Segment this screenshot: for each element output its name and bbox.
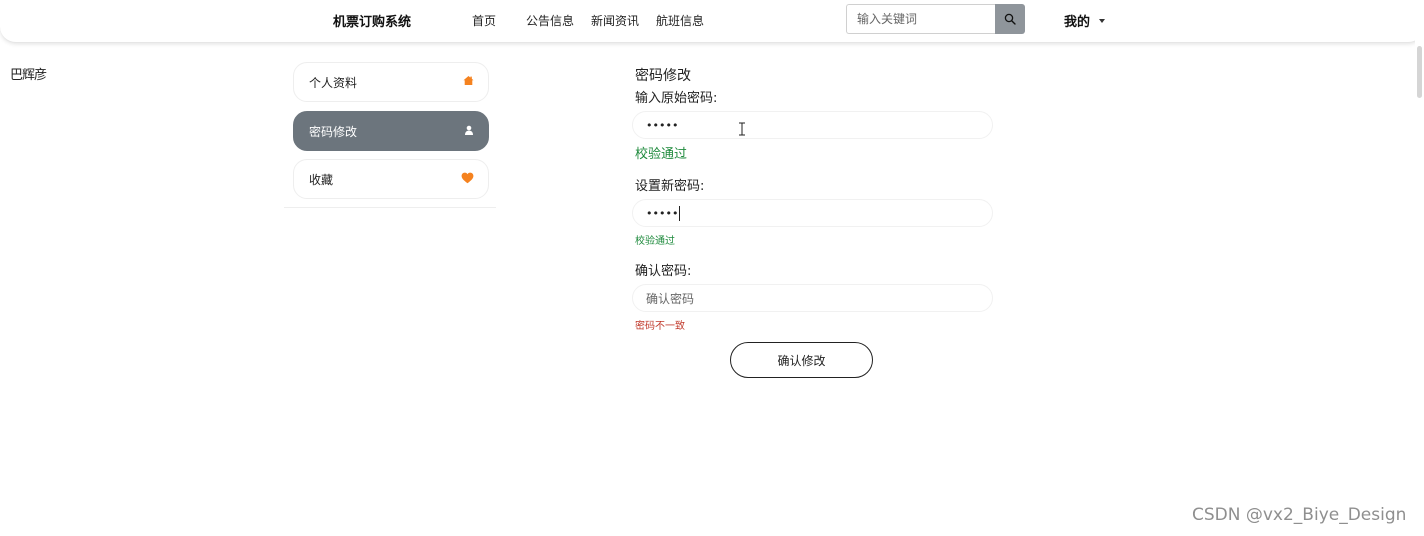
- nav-link-announcements[interactable]: 公告信息: [526, 12, 574, 29]
- watermark: CSDN @vx2_Biye_Design: [1192, 505, 1407, 525]
- home-icon: [463, 75, 474, 89]
- nav-link-home[interactable]: 首页: [472, 12, 496, 29]
- account-sidebar: 个人资料 密码修改 收藏: [284, 58, 496, 208]
- user-menu-dropdown[interactable]: 我的: [1064, 11, 1106, 30]
- new-password-label: 设置新密码:: [635, 179, 705, 194]
- confirm-password-error-message: 密码不一致: [635, 321, 685, 332]
- new-password-field[interactable]: •••••: [632, 199, 993, 227]
- confirm-password-placeholder: 确认密码: [646, 291, 695, 306]
- confirm-password-label: 确认密码:: [635, 264, 692, 279]
- form-title: 密码修改: [635, 68, 691, 84]
- old-password-field[interactable]: •••••: [632, 111, 993, 139]
- nav-link-flights[interactable]: 航班信息: [656, 12, 704, 29]
- search-button[interactable]: [995, 4, 1025, 34]
- brand-title[interactable]: 机票订购系统: [333, 11, 411, 30]
- sidebar-item-profile[interactable]: 个人资料: [293, 62, 489, 102]
- confirm-password-field[interactable]: 确认密码: [632, 284, 993, 312]
- caret-down-icon: [1099, 18, 1106, 23]
- search-input[interactable]: [846, 4, 996, 34]
- user-menu-label: 我的: [1064, 15, 1091, 30]
- sidebar-item-favorites[interactable]: 收藏: [293, 159, 489, 199]
- confirm-change-button[interactable]: 确认修改: [730, 342, 873, 378]
- old-password-value: •••••: [646, 118, 679, 132]
- sidebar-item-label: 收藏: [309, 172, 334, 187]
- top-navbar: 机票订购系统 首页 公告信息 新闻资讯 航班信息 我的: [0, 0, 1424, 43]
- sidebar-item-label: 个人资料: [309, 75, 358, 90]
- heart-icon: [461, 172, 474, 187]
- nav-link-news[interactable]: 新闻资讯: [591, 12, 639, 29]
- search-icon: [1004, 10, 1016, 29]
- stray-text: 巴辉彦: [10, 68, 47, 83]
- user-icon: [464, 124, 474, 138]
- sidebar-item-change-password[interactable]: 密码修改: [293, 111, 489, 151]
- old-password-valid-message: 校验通过: [635, 147, 688, 162]
- scrollbar-thumb[interactable]: [1417, 46, 1422, 98]
- page-scrollbar[interactable]: [1415, 0, 1424, 536]
- text-cursor-icon: [739, 122, 745, 136]
- caret-indicator: [679, 205, 681, 221]
- new-password-valid-message: 校验通过: [635, 236, 675, 247]
- sidebar-item-label: 密码修改: [309, 124, 358, 139]
- new-password-value: •••••: [646, 206, 679, 220]
- old-password-label: 输入原始密码:: [635, 91, 718, 106]
